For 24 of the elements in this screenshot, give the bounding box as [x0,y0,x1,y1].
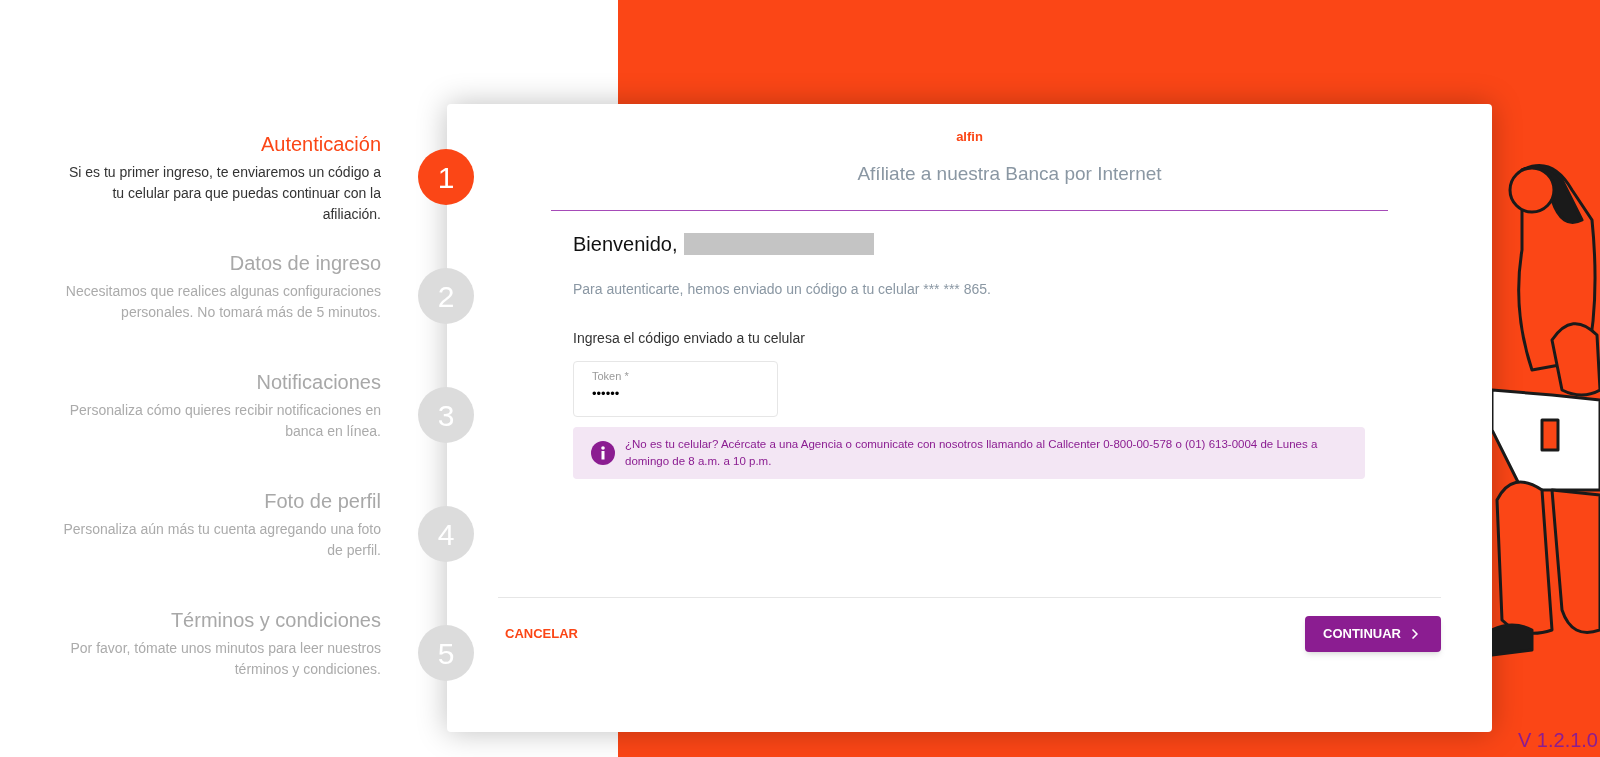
info-icon [591,440,615,465]
step-title: Términos y condiciones [169,608,381,633]
step-description: Si es tu primer ingreso, te enviaremos un código a tu celular para que puedas continuar con la afiliación. [67,163,381,224]
code-label: Ingresa el código enviado a tu celular [573,328,806,348]
step-title: Notificaciones [255,370,381,395]
step-description: Personaliza cómo quieres recibir notificaciones en banca en línea. [68,401,381,441]
step-description: Personaliza aún más tu cuenta agregando una foto de perfil. [62,520,381,560]
token-value[interactable]: •••••• [592,384,759,404]
card-title: Afíliate a nuestra Banca por Internet [856,162,1163,186]
sms-message: Para autenticarte, hemos enviado un código a tu celular *** *** 865. [573,279,992,299]
token-field[interactable]: Token * •••••• [573,360,778,417]
step-number: 1 [418,149,474,205]
token-label: Token * [592,368,630,384]
info-message: ¿No es tu celular? Acércate a una Agencia o comunicate con nosotros llamando al Callcenter 0-800-00-578 o (01) 613-0004 de Lunes a domingo de 8 a.m. a 10 p.m. [625,436,1319,469]
step-title: Foto de perfil [263,489,381,514]
step-description: Por favor, tómate unos minutos para leer nuestros términos y condiciones. [69,639,381,679]
brand-logo: alfin [956,130,983,143]
step-title: Datos de ingreso [228,251,381,276]
cancel-button[interactable]: CANCELAR [498,624,585,644]
step-description: Necesitamos que realices algunas configuraciones personales. No tomará más de 5 minutos. [64,282,381,322]
greeting: Bienvenido, [573,231,678,257]
step-title: Autenticación [259,132,381,157]
version-label: V 1.2.1.0 [1516,728,1599,753]
continue-button[interactable]: CONTINUAR [1305,616,1441,652]
